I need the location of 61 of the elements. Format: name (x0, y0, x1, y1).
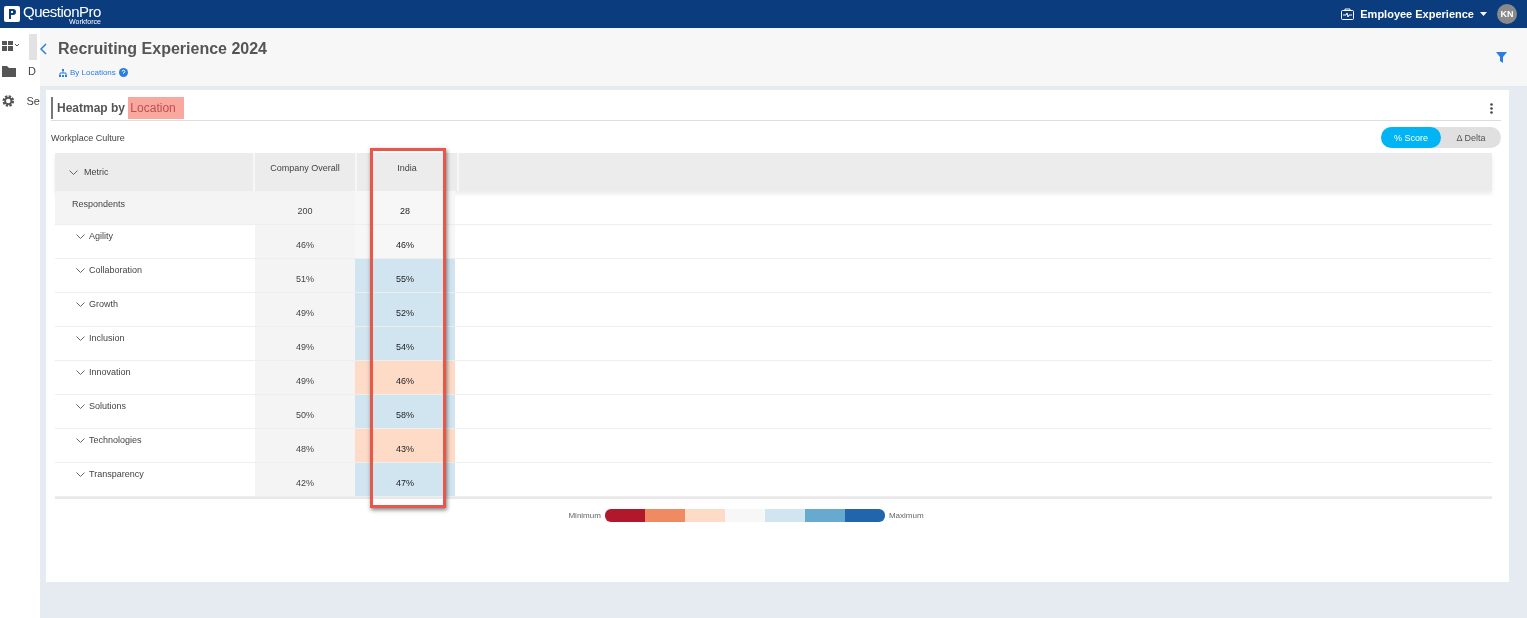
table-cell: 46% (255, 225, 355, 258)
dashboard-icon[interactable] (2, 41, 20, 51)
card-heading: Heatmap by Location (51, 97, 184, 119)
heat-cell: 28 (355, 191, 455, 224)
collapse-icon[interactable] (40, 43, 47, 55)
heat-cell: 55% (355, 259, 455, 292)
heat-cell: 46% (355, 361, 455, 394)
legend-max-label: Maximum (888, 511, 924, 520)
column-header: Company Overall (255, 153, 357, 191)
page-title: Recruiting Experience 2024 (58, 40, 267, 58)
column-header: India (357, 153, 459, 191)
filter-icon[interactable] (1496, 52, 1507, 63)
row-label: Respondents (72, 199, 126, 209)
table-cell: 42% (255, 463, 355, 496)
chevron-icon[interactable] (76, 268, 85, 273)
chevron-icon[interactable] (76, 370, 85, 375)
heat-cell: 47% (355, 463, 455, 496)
caret-icon[interactable] (1480, 12, 1487, 16)
toggle-option[interactable]: Δ Delta (1441, 127, 1501, 148)
table-cell: 48% (255, 429, 355, 462)
row-label: Collaboration (89, 265, 143, 275)
heat-cell: 52% (355, 293, 455, 326)
table-cell: 50% (255, 395, 355, 428)
table-cell: 49% (255, 361, 355, 394)
chevron-icon[interactable] (76, 336, 85, 341)
table-cell: 49% (255, 293, 355, 326)
breadcrumb-link[interactable]: By Locations (70, 68, 116, 77)
help-icon[interactable] (118, 68, 128, 77)
more-icon[interactable] (1490, 102, 1493, 114)
heat-cell: 54% (355, 327, 455, 360)
heat-cell: 58% (355, 395, 455, 428)
row-label: Inclusion (89, 333, 125, 343)
row-label: Growth (89, 299, 118, 309)
briefcase-icon (1341, 8, 1355, 20)
settings-icon[interactable] (2, 94, 15, 108)
sidebar-item[interactable]: Se (26, 95, 40, 107)
legend-min-label: Minimum (568, 511, 601, 520)
scrollbar[interactable] (29, 34, 37, 60)
row-label: Agility (89, 231, 113, 241)
logo-icon (4, 6, 20, 22)
section-subtitle: Workplace Culture (51, 132, 125, 143)
folder-icon[interactable] (2, 65, 16, 77)
table-cell: 200 (255, 191, 355, 224)
chevron-icon[interactable] (76, 302, 85, 307)
row-label: Solutions (89, 401, 127, 411)
heat-cell: 43% (355, 429, 455, 462)
row-label: Innovation (89, 367, 131, 377)
sidebar-item[interactable]: D (28, 65, 36, 77)
product-switcher[interactable]: Employee Experience (1360, 8, 1474, 20)
hierarchy-icon (59, 68, 67, 77)
heat-cell: 46% (355, 225, 455, 258)
table-cell: 49% (255, 327, 355, 360)
row-label: Transparency (89, 469, 144, 479)
chevron-icon[interactable] (76, 234, 85, 239)
table-cell: 51% (255, 259, 355, 292)
row-label: Technologies (89, 435, 142, 445)
chevron-icon[interactable] (69, 169, 78, 175)
chevron-icon[interactable] (76, 438, 85, 443)
chevron-icon[interactable] (76, 472, 85, 477)
brand-name: QuestionPro (23, 3, 101, 19)
chevron-icon[interactable] (76, 404, 85, 409)
